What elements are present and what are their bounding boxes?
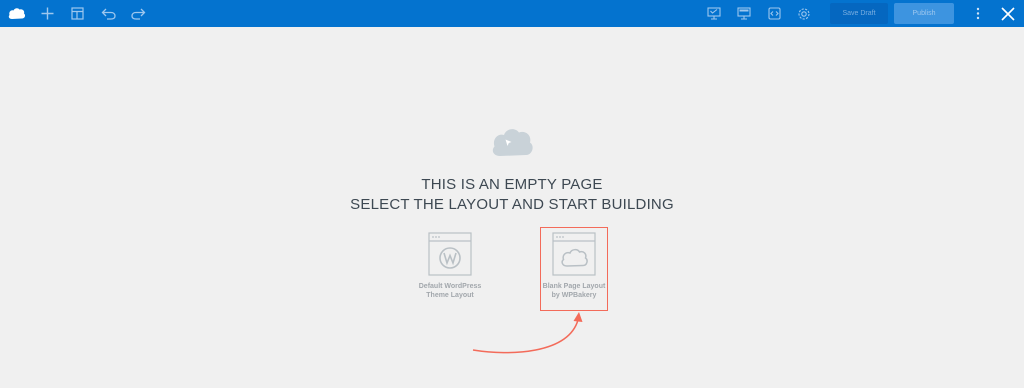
top-toolbar: Save Draft Publish bbox=[0, 0, 1024, 27]
plus-icon[interactable] bbox=[38, 0, 56, 27]
browser-window-icon bbox=[428, 232, 472, 276]
empty-page-heading: THIS IS AN EMPTY PAGE bbox=[421, 176, 603, 193]
wordpress-icon bbox=[439, 247, 461, 269]
annotation-arrow bbox=[472, 312, 583, 354]
redo-icon[interactable] bbox=[128, 0, 148, 27]
default-wordpress-layout-option[interactable]: Default WordPress Theme Layout bbox=[414, 232, 486, 300]
default-layout-label: Default WordPress Theme Layout bbox=[418, 283, 482, 299]
custom-code-icon[interactable] bbox=[764, 0, 784, 27]
responsive-preview-icon[interactable] bbox=[704, 0, 724, 27]
undo-icon[interactable] bbox=[98, 0, 118, 27]
save-draft-button[interactable]: Save Draft bbox=[830, 3, 888, 24]
close-icon[interactable] bbox=[998, 0, 1018, 27]
highlight-box bbox=[540, 227, 608, 311]
gear-icon[interactable] bbox=[794, 0, 814, 27]
wpbakery-logo-icon[interactable] bbox=[6, 0, 28, 27]
monitor-icon[interactable] bbox=[734, 0, 754, 27]
layout-templates-icon[interactable] bbox=[68, 0, 86, 27]
publish-button[interactable]: Publish bbox=[894, 3, 954, 24]
select-layout-heading: SELECT THE LAYOUT AND START BUILDING bbox=[350, 196, 674, 213]
cloud-cursor-icon bbox=[492, 129, 533, 156]
more-vertical-icon[interactable] bbox=[970, 0, 986, 27]
